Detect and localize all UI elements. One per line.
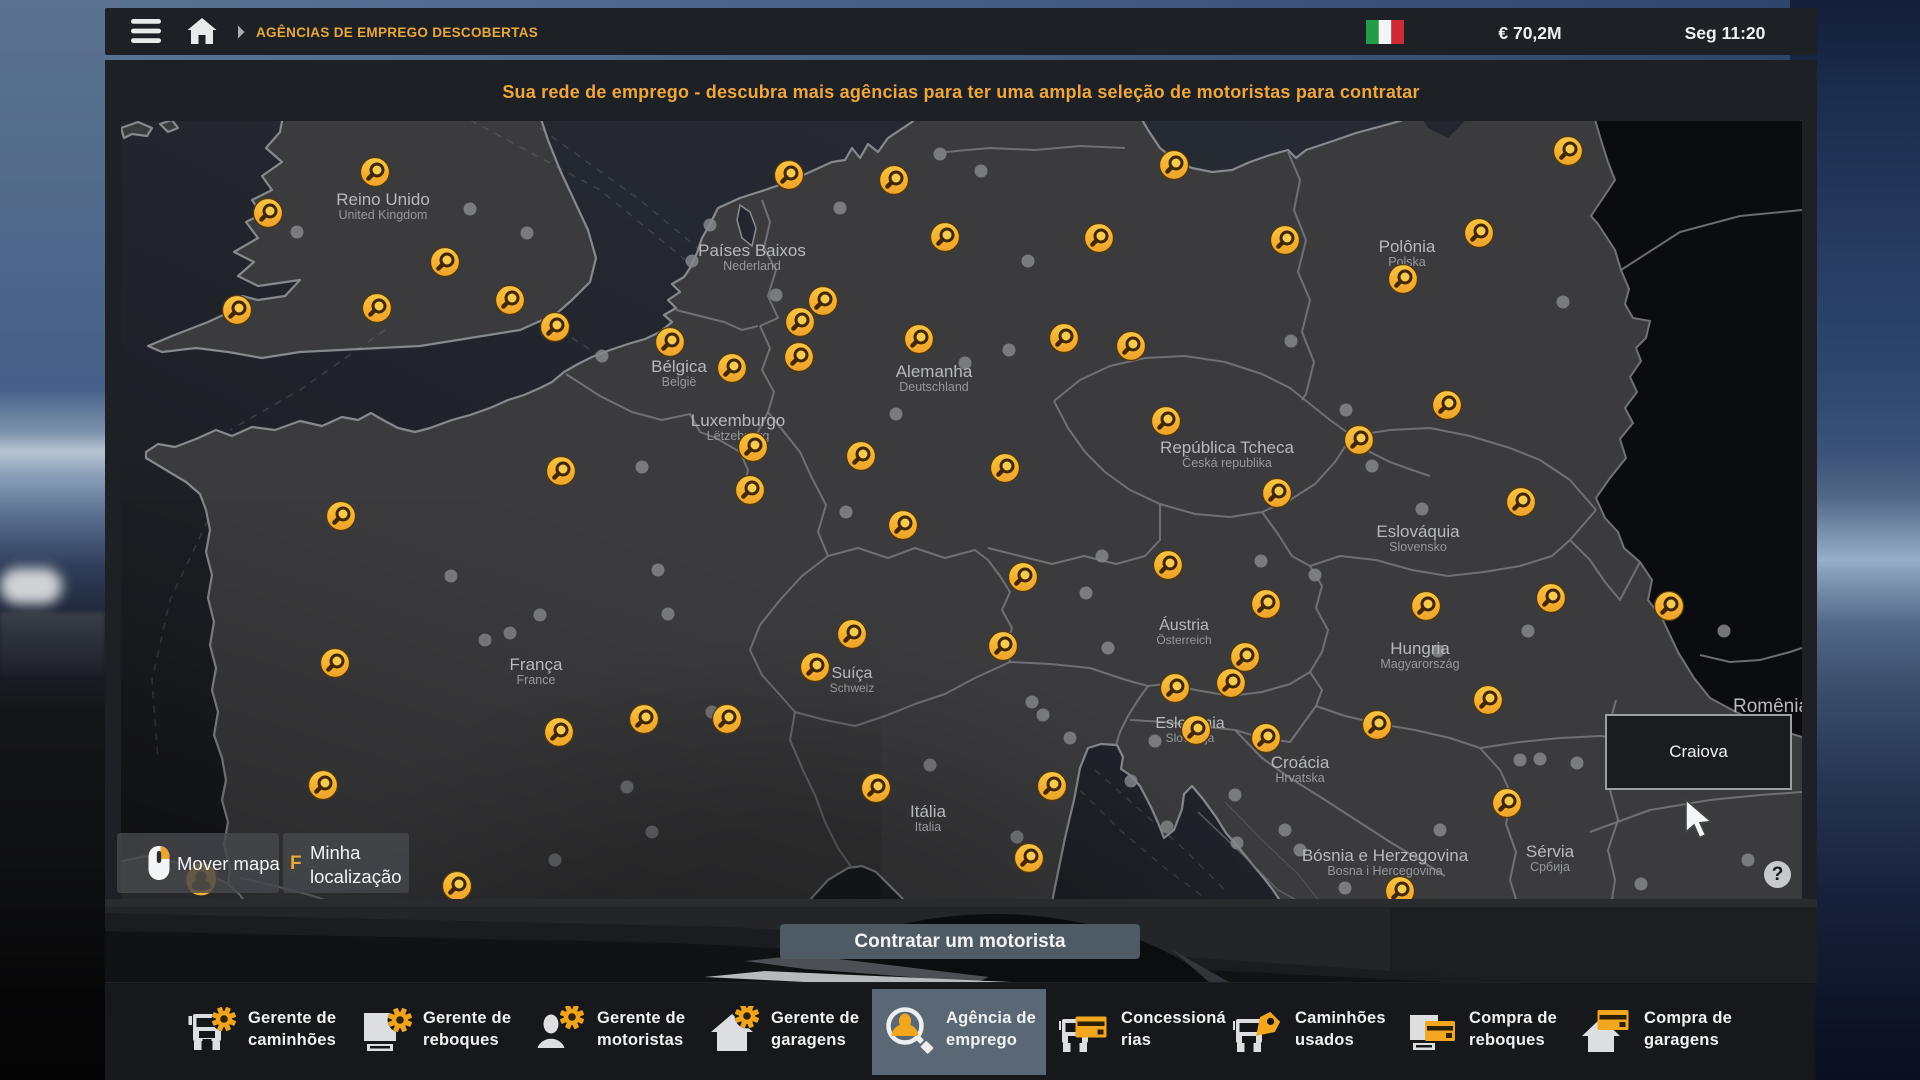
svg-text:Sérvia: Sérvia bbox=[1526, 842, 1575, 861]
svg-text:Bélgica: Bélgica bbox=[651, 357, 707, 376]
svg-text:República Tcheca: República Tcheca bbox=[1160, 438, 1294, 457]
svg-text:Schweiz: Schweiz bbox=[830, 681, 875, 695]
svg-text:Nederland: Nederland bbox=[723, 259, 781, 273]
svg-text:Bosna i Hercegovina: Bosna i Hercegovina bbox=[1327, 864, 1442, 878]
svg-text:Magyarország: Magyarország bbox=[1380, 657, 1459, 671]
svg-text:United Kingdom: United Kingdom bbox=[339, 208, 428, 222]
svg-text:Österreich: Österreich bbox=[1156, 633, 1211, 647]
svg-text:Reino Unido: Reino Unido bbox=[336, 190, 430, 209]
svg-text:Bósnia e Herzegovina: Bósnia e Herzegovina bbox=[1302, 846, 1469, 865]
svg-text:Hrvatska: Hrvatska bbox=[1275, 771, 1324, 785]
svg-text:Polônia: Polônia bbox=[1379, 237, 1436, 256]
svg-text:Suíça: Suíça bbox=[832, 665, 873, 682]
svg-text:Deutschland: Deutschland bbox=[899, 380, 969, 394]
svg-text:Italia: Italia bbox=[915, 820, 941, 834]
svg-text:Србија: Србија bbox=[1530, 860, 1570, 874]
svg-text:Česká republika: Česká republika bbox=[1182, 455, 1272, 470]
svg-text:Hungria: Hungria bbox=[1390, 639, 1450, 658]
svg-text:Luxemburgo: Luxemburgo bbox=[691, 411, 786, 430]
svg-text:Croácia: Croácia bbox=[1271, 753, 1330, 772]
svg-text:Slovensko: Slovensko bbox=[1389, 540, 1447, 554]
svg-text:France: France bbox=[517, 673, 556, 687]
svg-text:Áustria: Áustria bbox=[1159, 615, 1209, 634]
svg-text:França: França bbox=[510, 655, 563, 674]
svg-text:Países Baixos: Países Baixos bbox=[698, 241, 806, 260]
svg-text:België: België bbox=[662, 375, 697, 389]
svg-text:Alemanha: Alemanha bbox=[896, 362, 973, 381]
svg-text:Itália: Itália bbox=[910, 802, 946, 821]
svg-text:Eslováquia: Eslováquia bbox=[1376, 522, 1460, 541]
